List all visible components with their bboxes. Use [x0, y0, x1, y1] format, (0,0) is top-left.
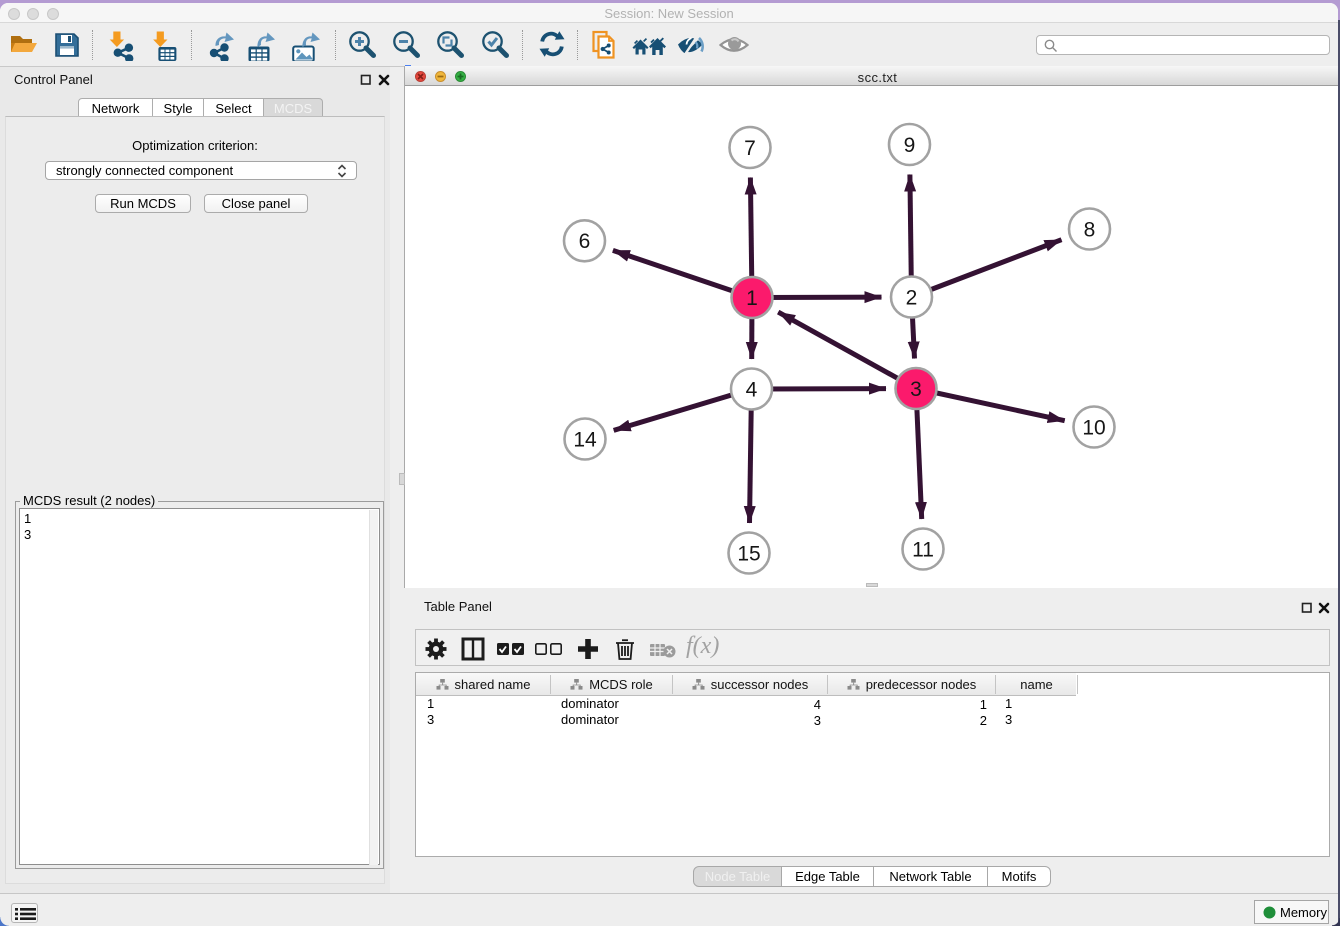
- svg-text:6: 6: [579, 230, 591, 253]
- svg-text:3: 3: [910, 378, 922, 401]
- svg-text:4: 4: [746, 378, 758, 401]
- svg-text:2: 2: [906, 286, 918, 309]
- svg-text:14: 14: [573, 428, 597, 451]
- svg-text:9: 9: [904, 134, 916, 157]
- svg-text:11: 11: [912, 538, 934, 561]
- svg-text:1: 1: [746, 287, 758, 310]
- svg-text:10: 10: [1082, 416, 1105, 439]
- svg-text:8: 8: [1084, 218, 1096, 241]
- svg-text:15: 15: [737, 542, 760, 565]
- svg-text:7: 7: [744, 137, 756, 160]
